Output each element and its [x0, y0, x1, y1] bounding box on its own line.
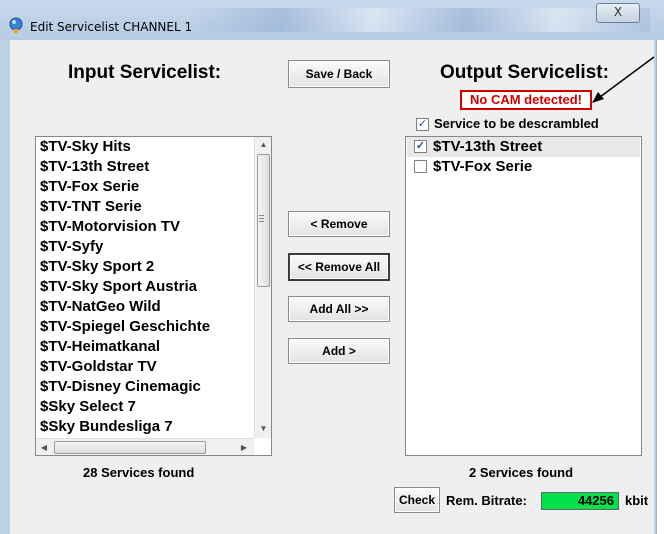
input-servicelist-heading: Input Servicelist:	[68, 62, 222, 83]
output-servicelist-heading: Output Servicelist:	[440, 62, 609, 83]
background-window-edge	[656, 40, 664, 534]
rem-bitrate-label: Rem. Bitrate:	[446, 493, 527, 508]
output-list-item-label: $TV-Fox Serie	[433, 158, 533, 175]
input-service-list[interactable]: $TV-Sky Hits $TV-13th Street $TV-Fox Serie…	[35, 136, 272, 456]
input-list-horizontal-scrollbar[interactable]: ◀ ▶	[36, 438, 254, 455]
horizontal-scrollbar-thumb[interactable]	[54, 441, 206, 454]
input-list-item[interactable]: $TV-Syfy	[40, 237, 252, 257]
input-list-item[interactable]: $TV-Spiegel Geschichte	[40, 317, 252, 337]
check-button[interactable]: Check	[394, 487, 440, 513]
input-list-item[interactable]: $TV-Sky Hits	[40, 137, 252, 157]
input-list-item[interactable]: $TV-Motorvision TV	[40, 217, 252, 237]
output-list-item[interactable]: ✓ $TV-13th Street	[407, 137, 640, 157]
scroll-right-arrow-icon[interactable]: ▶	[240, 443, 248, 452]
grip-line	[259, 218, 264, 219]
bitrate-value: 44256	[541, 492, 619, 510]
close-button[interactable]: X	[596, 3, 640, 23]
bitrate-unit: kbit	[625, 493, 649, 508]
input-list-item[interactable]: $TV-13th Street	[40, 157, 252, 177]
input-list-item[interactable]: $TV-Sky Sport 2	[40, 257, 252, 277]
save-back-button[interactable]: Save / Back	[288, 60, 390, 88]
input-list-vertical-scrollbar[interactable]: ▲ ▼	[254, 137, 271, 438]
input-list-item[interactable]: $TV-Heimatkanal	[40, 337, 252, 357]
input-list-item[interactable]: $Sky Select 7	[40, 397, 252, 417]
output-list-item-label: $TV-13th Street	[433, 138, 543, 155]
add-all-button[interactable]: Add All >>	[288, 296, 390, 322]
app-icon	[9, 17, 23, 33]
window-frame-left	[0, 40, 10, 534]
scroll-up-arrow-icon[interactable]: ▲	[255, 140, 271, 149]
input-list-item[interactable]: $TV-Fox Serie	[40, 177, 252, 197]
input-services-count: 28 Services found	[83, 465, 195, 480]
annotation-arrow-icon	[592, 56, 655, 103]
input-list-item[interactable]: $TV-TNT Serie	[40, 197, 252, 217]
output-list-item[interactable]: $TV-Fox Serie	[407, 157, 640, 177]
service-checkbox[interactable]	[414, 160, 427, 173]
grip-line	[259, 221, 264, 222]
input-list-item[interactable]: $TV-Sky Sport Austria	[40, 277, 252, 297]
descramble-label: Service to be descrambled	[434, 116, 599, 131]
input-list-item[interactable]: $TV-Disney Cinemagic	[40, 377, 252, 397]
scroll-left-arrow-icon[interactable]: ◀	[40, 443, 48, 452]
remove-button[interactable]: < Remove	[288, 211, 390, 237]
close-icon: X	[613, 5, 623, 19]
remove-all-button[interactable]: << Remove All	[288, 253, 390, 281]
title-bar-background	[190, 8, 650, 32]
grip-line	[259, 215, 264, 216]
no-cam-warning: No CAM detected!	[460, 90, 592, 110]
service-checkbox[interactable]: ✓	[414, 140, 427, 153]
input-list-item[interactable]: $TV-Goldstar TV	[40, 357, 252, 377]
checkmark-icon: ✓	[415, 140, 426, 152]
add-button[interactable]: Add >	[288, 338, 390, 364]
input-list-item[interactable]: $Sky Bundesliga 7	[40, 417, 252, 437]
checkmark-icon: ✓	[417, 118, 428, 130]
input-list-item[interactable]: $TV-NatGeo Wild	[40, 297, 252, 317]
output-service-list[interactable]: ✓ $TV-13th Street $TV-Fox Serie	[405, 136, 642, 456]
window-title: Edit Servicelist CHANNEL 1	[30, 20, 193, 34]
scroll-down-arrow-icon[interactable]: ▼	[255, 424, 271, 433]
descramble-checkbox[interactable]: ✓	[416, 118, 429, 131]
output-services-count: 2 Services found	[469, 465, 574, 480]
